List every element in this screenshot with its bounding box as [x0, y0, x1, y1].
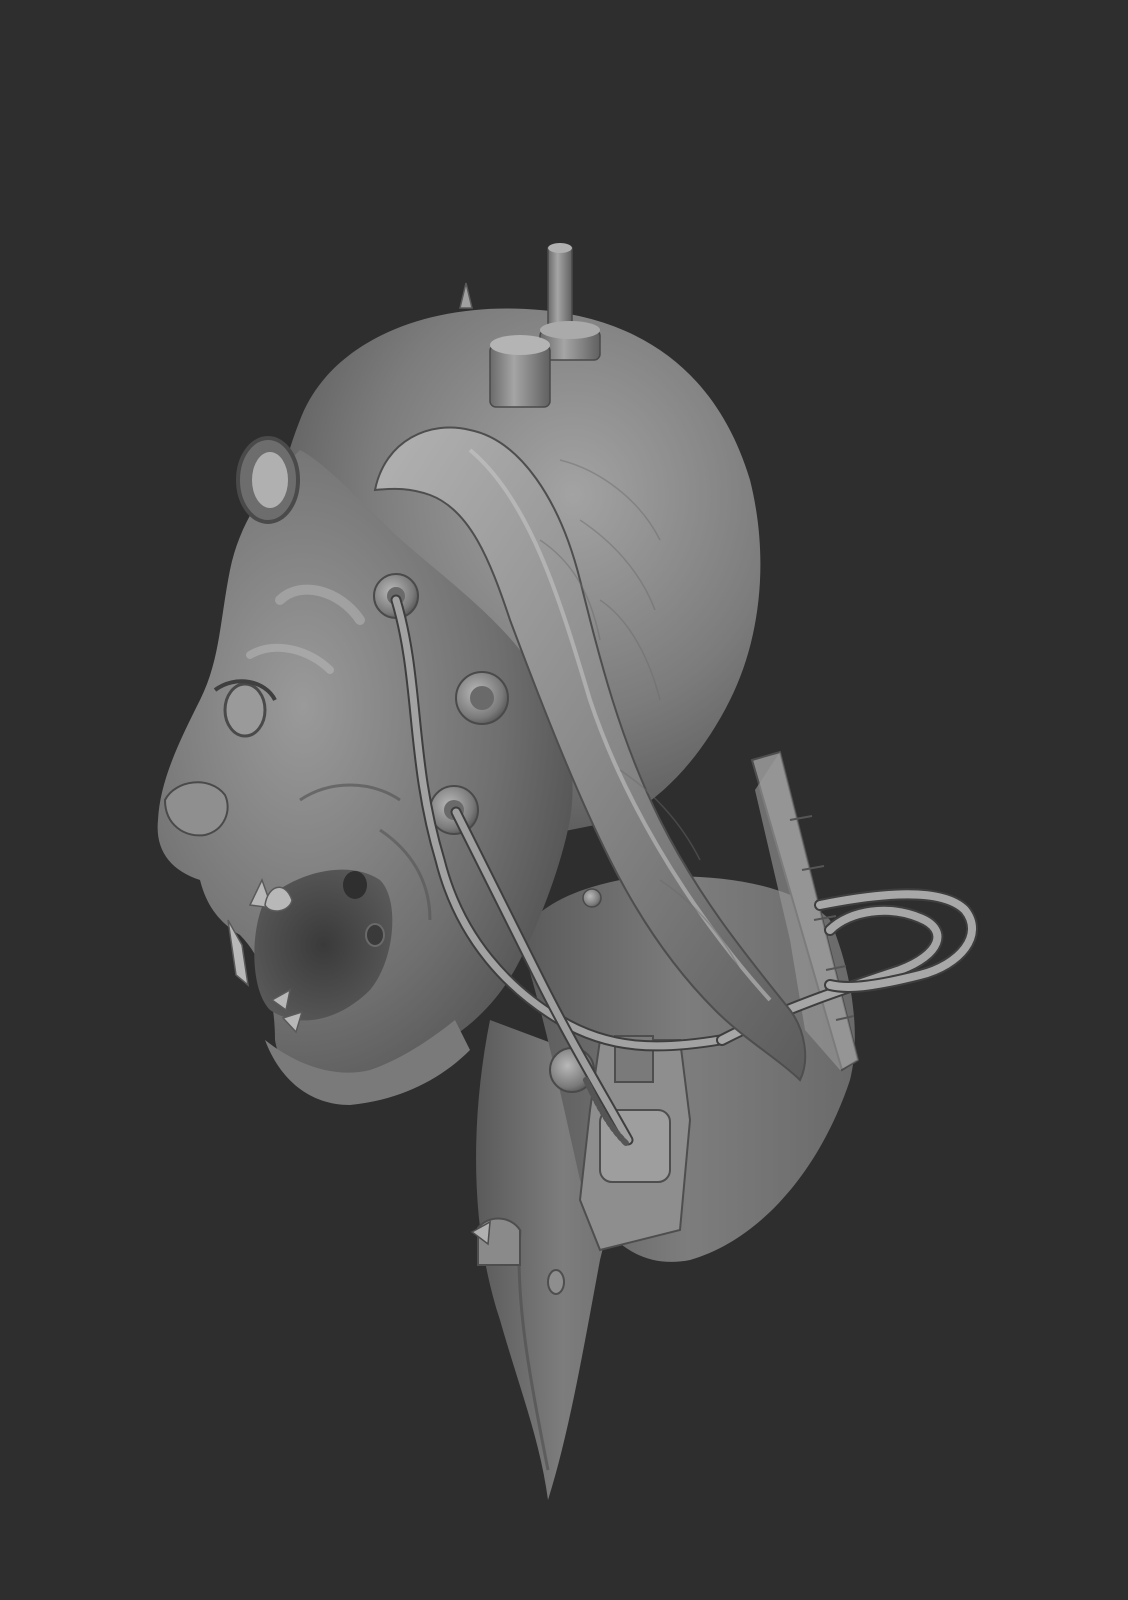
- forehead-socket: [236, 436, 300, 524]
- sculpt-render: [157, 243, 978, 1500]
- neck-plate: [578, 1035, 692, 1252]
- top-spike: [459, 282, 473, 309]
- eye: [223, 682, 267, 738]
- sculpt-viewport[interactable]: [0, 0, 1128, 1600]
